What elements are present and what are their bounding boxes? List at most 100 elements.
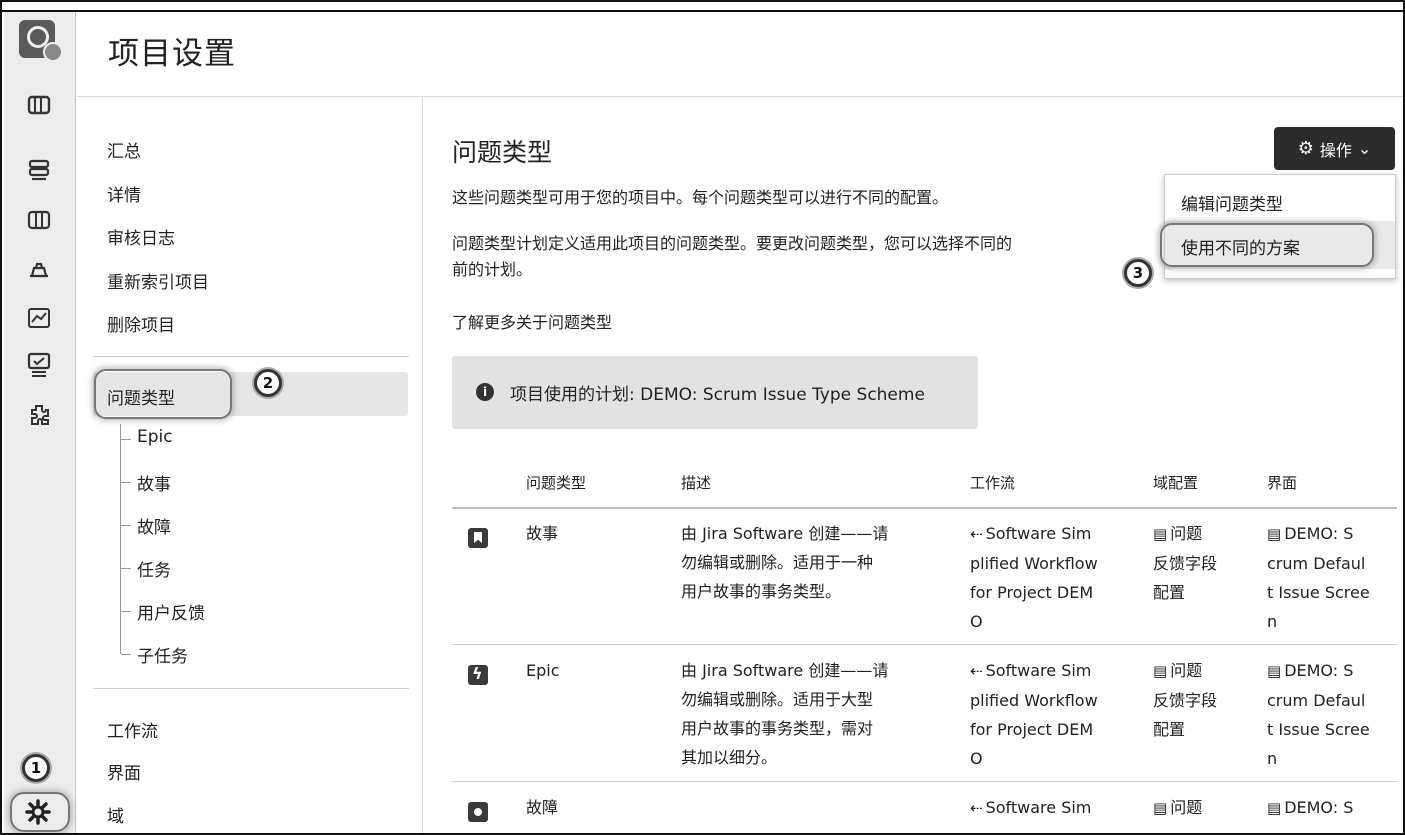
actions-label: 操作 xyxy=(1319,140,1352,160)
field-config-line: 问题 xyxy=(1170,798,1203,817)
workflow-icon: ⇠ xyxy=(970,525,983,543)
workflow-line: for Project DEM xyxy=(970,583,1094,602)
bug-icon xyxy=(468,802,488,822)
workflow-line: Software Sim xyxy=(985,661,1092,680)
workflow-link[interactable]: ⇠ Software Sim plified Workflow for Proje… xyxy=(970,519,1098,636)
workflow-line: O xyxy=(970,749,983,768)
nav-audit-log[interactable]: 审核日志 xyxy=(107,224,175,249)
nav-divider xyxy=(93,356,409,357)
desc-line: 由 Jira Software 创建——请 xyxy=(681,524,889,543)
reports-icon[interactable] xyxy=(26,305,52,331)
description-line-2: 问题类型计划定义适用此项目的问题类型。要更改问题类型，您可以选择不同的 xyxy=(452,234,1013,253)
nav-sub-story[interactable]: 故事 xyxy=(121,470,171,495)
nav-reindex[interactable]: 重新索引项目 xyxy=(107,268,209,293)
field-config-icon: ▤ xyxy=(1153,662,1168,680)
screen-line: t Issue Scree xyxy=(1267,583,1370,602)
callout-1: 1 xyxy=(22,754,50,782)
story-icon xyxy=(468,528,488,548)
nav-workflows[interactable]: 工作流 xyxy=(107,717,158,742)
active-sprint-icon[interactable] xyxy=(26,207,52,233)
field-config-link[interactable]: ▤ 问题 xyxy=(1153,793,1202,823)
screen-line: crum Defaul xyxy=(1267,554,1366,573)
nav-sub-task[interactable]: 任务 xyxy=(121,556,171,581)
workflow-line: for Project DEM xyxy=(970,720,1094,739)
issue-description: 由 Jira Software 创建——请 勿编辑或删除。适用于大型 用户故事的… xyxy=(681,656,888,772)
nav-details[interactable]: 详情 xyxy=(107,181,141,206)
col-field-config: 域配置 xyxy=(1153,474,1199,492)
desc-line: 用户故事的事务类型。 xyxy=(681,582,842,601)
backlog-icon[interactable] xyxy=(26,157,52,183)
description-line-1: 这些问题类型可用于您的项目中。每个问题类型可以进行不同的配置。 xyxy=(452,188,949,207)
board-icon[interactable] xyxy=(26,92,52,118)
desc-line: 用户故事的事务类型，需对 xyxy=(681,719,874,738)
learn-more-link[interactable]: 了解更多关于问题类型 xyxy=(452,309,612,333)
screen-line: DEMO: S xyxy=(1284,661,1354,680)
screen-line: n xyxy=(1267,749,1278,768)
workflow-line: plified Workflow xyxy=(970,691,1098,710)
workflow-line: Software Sim xyxy=(985,798,1092,817)
project-avatar-icon[interactable] xyxy=(19,20,63,62)
issue-type-name[interactable]: 故事 xyxy=(526,519,558,548)
screen-icon: ▤ xyxy=(1267,525,1282,543)
nav-screens[interactable]: 界面 xyxy=(107,759,141,784)
subtree-line xyxy=(120,424,122,654)
menu-edit-issue-types[interactable]: 编辑问题类型 xyxy=(1181,190,1283,215)
nav-fields[interactable]: 域 xyxy=(107,802,124,827)
issues-icon[interactable] xyxy=(26,352,52,378)
description-line-3: 前的计划。 xyxy=(452,260,533,279)
desc-line: 其加以细分。 xyxy=(681,748,778,767)
nav-sub-subtask[interactable]: 子任务 xyxy=(121,642,188,667)
screen-link[interactable]: ▤ DEMO: S xyxy=(1267,793,1353,823)
nav-sub-feedback[interactable]: 用户反馈 xyxy=(121,599,205,624)
main-content: 问题类型 这些问题类型可用于您的项目中。每个问题类型可以进行不同的配置。 问题类… xyxy=(424,97,1403,833)
addons-icon[interactable] xyxy=(26,402,52,428)
scheme-label: 项目使用的计划: DEMO: Scrum Issue Type Scheme xyxy=(510,385,925,405)
settings-sidebar: 汇总 详情 审核日志 重新索引项目 删除项目 问题类型 2 Epic 故事 故障… xyxy=(77,97,423,833)
field-config-line: 反馈字段 xyxy=(1153,554,1218,573)
global-sidebar: 1 xyxy=(4,12,76,833)
col-description: 描述 xyxy=(681,474,712,492)
nav-issue-types[interactable]: 问题类型 xyxy=(107,384,175,409)
screen-icon: ▤ xyxy=(1267,799,1282,817)
workflow-link[interactable]: ⇠ Software Sim plified Workflow for Proje… xyxy=(970,656,1098,773)
col-workflow: 工作流 xyxy=(970,474,1016,492)
screen-line: t Issue Scree xyxy=(1267,720,1370,739)
table-header-rule xyxy=(452,507,1397,509)
screen-line: DEMO: S xyxy=(1284,524,1354,543)
actions-button[interactable]: ⚙ 操作 ⌄ xyxy=(1274,127,1395,170)
nav-delete-project[interactable]: 删除项目 xyxy=(107,311,175,336)
top-border xyxy=(2,2,1403,12)
workflow-line: O xyxy=(970,612,983,631)
releases-icon[interactable] xyxy=(26,257,52,283)
field-config-link[interactable]: ▤ 问题 反馈字段 配置 xyxy=(1153,656,1217,744)
field-config-line: 问题 xyxy=(1170,524,1203,543)
field-config-link[interactable]: ▤ 问题 反馈字段 配置 xyxy=(1153,519,1217,607)
screen-icon: ▤ xyxy=(1267,662,1282,680)
chevron-down-icon: ⌄ xyxy=(1357,139,1372,158)
field-config-line: 配置 xyxy=(1153,720,1186,739)
gear-icon: ⚙ xyxy=(1297,138,1314,159)
page-title: 项目设置 xyxy=(108,36,236,72)
issue-type-name[interactable]: Epic xyxy=(526,656,560,685)
screen-link[interactable]: ▤ DEMO: S crum Defaul t Issue Scree n xyxy=(1267,656,1370,773)
desc-line: 勿编辑或删除。适用于一种 xyxy=(681,553,874,572)
col-issue-type[interactable]: 问题类型 xyxy=(526,472,586,493)
field-config-icon: ▤ xyxy=(1153,799,1168,817)
workflow-icon: ⇠ xyxy=(970,799,983,817)
screen-link[interactable]: ▤ DEMO: S crum Defaul t Issue Scree n xyxy=(1267,519,1370,636)
issue-type-name[interactable]: 故障 xyxy=(526,793,558,822)
info-icon: i xyxy=(476,383,494,401)
nav-summary[interactable]: 汇总 xyxy=(107,137,141,162)
settings-gear-icon[interactable] xyxy=(25,799,51,825)
field-config-line: 问题 xyxy=(1170,661,1203,680)
workflow-icon: ⇠ xyxy=(970,662,983,680)
screen-line: crum Defaul xyxy=(1267,691,1366,710)
nav-sub-epic[interactable]: Epic xyxy=(121,427,173,447)
field-config-line: 配置 xyxy=(1153,583,1186,602)
nav-sub-bug[interactable]: 故障 xyxy=(121,513,171,538)
workflow-line: Software Sim xyxy=(985,524,1092,543)
workflow-link[interactable]: ⇠ Software Sim xyxy=(970,793,1091,823)
callout-2: 2 xyxy=(254,369,282,397)
col-screen: 界面 xyxy=(1267,474,1298,492)
field-config-icon: ▤ xyxy=(1153,525,1168,543)
